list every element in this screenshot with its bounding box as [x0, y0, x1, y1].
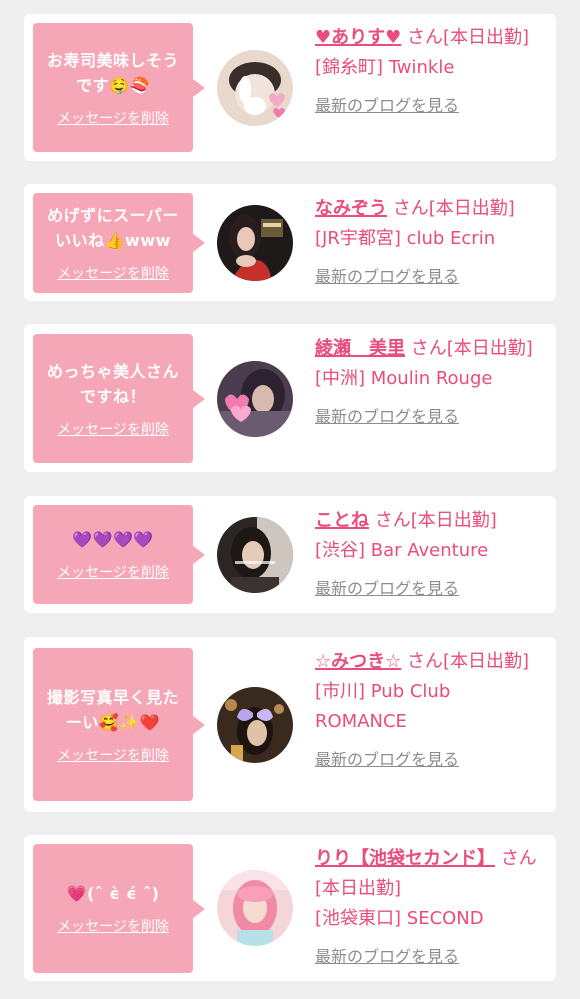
profile-photo-icon[interactable]	[217, 205, 293, 281]
message-text: お寿司美味しそう です🤤🍣	[46, 50, 179, 95]
delete-message-link[interactable]: メッセージを削除	[57, 745, 169, 765]
cast-status: さん[本日出勤]	[387, 198, 515, 219]
message-card: めっちゃ美人さん ですね！ メッセージを削除 綾瀬 美里 さん[本日出勤] [中…	[24, 324, 556, 472]
message-text: 💜💜💜💜	[72, 530, 154, 549]
message-info: ことね さん[本日出勤] [渋谷] Bar Aventure 最新のブログを見る	[315, 506, 547, 604]
selfie-photo-icon[interactable]	[217, 517, 293, 593]
message-bubble: 撮影写真早く見た ーい🥰✨❤️ メッセージを削除	[33, 648, 205, 801]
message-info: 綾瀬 美里 さん[本日出勤] [中洲] Moulin Rouge 最新のブログを…	[315, 334, 547, 432]
message-bubble: めげずにスーパー いいね👍www メッセージを削除	[33, 193, 205, 293]
message-info: なみぞう さん[本日出勤] [JR宇都宮] club Ecrin 最新のブログを…	[315, 194, 547, 292]
blog-link[interactable]: 最新のブログを見る	[315, 745, 459, 775]
cast-name-link[interactable]: ☆みつき☆	[315, 651, 401, 672]
blog-link[interactable]: 最新のブログを見る	[315, 262, 459, 292]
message-bubble: 💜💜💜💜 メッセージを削除	[33, 505, 205, 604]
cast-name-link[interactable]: なみぞう	[315, 198, 387, 219]
message-info: ☆みつき☆ さん[本日出勤] [市川] Pub Club ROMANCE 最新の…	[315, 647, 547, 775]
message-bubble: 💗(ˆ ϵ̀ ϵ́ ˆ) メッセージを削除	[33, 844, 205, 973]
blog-link[interactable]: 最新のブログを見る	[315, 402, 459, 432]
message-card: めげずにスーパー いいね👍www メッセージを削除 なみぞう さん[本日出勤] …	[24, 184, 556, 301]
cast-name-link[interactable]: ♥ありす♥	[315, 27, 401, 48]
butterfly-photo-icon[interactable]	[217, 687, 293, 763]
message-info: ♥ありす♥ さん[本日出勤] [錦糸町] Twinkle 最新のブログを見る	[315, 23, 547, 121]
delete-message-link[interactable]: メッセージを削除	[57, 108, 169, 128]
message-card: 撮影写真早く見た ーい🥰✨❤️ メッセージを削除 ☆みつき☆ さん[本日出勤] …	[24, 637, 556, 812]
message-text: 撮影写真早く見た ーい🥰✨❤️	[46, 687, 179, 732]
delete-message-link[interactable]: メッセージを削除	[57, 419, 169, 439]
message-card: 💗(ˆ ϵ̀ ϵ́ ˆ) メッセージを削除 りり【池袋セカンド】 さん[本日出勤…	[24, 835, 556, 981]
cast-name-link[interactable]: ことね	[315, 510, 369, 531]
delete-message-link[interactable]: メッセージを削除	[57, 562, 169, 582]
bunny-avatar-icon[interactable]	[217, 50, 293, 126]
message-text: 💗(ˆ ϵ̀ ϵ́ ˆ)	[66, 884, 160, 903]
cast-status: さん[本日出勤]	[369, 510, 497, 531]
message-card: 💜💜💜💜 メッセージを削除 ことね さん[本日出勤] [渋谷] Bar Aven…	[24, 496, 556, 613]
delete-message-link[interactable]: メッセージを削除	[57, 916, 169, 936]
shop-label: [市川] Pub Club ROMANCE	[315, 681, 451, 732]
shop-label: [渋谷] Bar Aventure	[315, 540, 489, 561]
message-text: めげずにスーパー いいね👍www	[47, 206, 179, 250]
pink-hair-photo-icon[interactable]	[217, 870, 293, 946]
cast-status: さん[本日出勤]	[405, 338, 533, 359]
cast-status: さん[本日出勤]	[401, 651, 530, 672]
shop-label: [JR宇都宮] club Ecrin	[315, 228, 496, 249]
shop-label: [池袋東口] SECOND	[315, 908, 484, 929]
message-card: お寿司美味しそう です🤤🍣 メッセージを削除 ♥ありす♥ さん[本日出勤] [錦…	[24, 14, 556, 161]
blog-link[interactable]: 最新のブログを見る	[315, 574, 459, 604]
cast-status: さん[本日出勤]	[401, 27, 530, 48]
shop-label: [中洲] Moulin Rouge	[315, 368, 493, 389]
shop-label: [錦糸町] Twinkle	[315, 57, 455, 78]
message-info: りり【池袋セカンド】 さん[本日出勤] [池袋東口] SECOND 最新のブログ…	[315, 844, 547, 972]
blog-link[interactable]: 最新のブログを見る	[315, 942, 459, 972]
cast-name-link[interactable]: 綾瀬 美里	[315, 338, 405, 359]
delete-message-link[interactable]: メッセージを削除	[57, 263, 169, 283]
message-bubble: めっちゃ美人さん ですね！ メッセージを削除	[33, 334, 205, 463]
hearts-photo-icon[interactable]	[217, 361, 293, 437]
blog-link[interactable]: 最新のブログを見る	[315, 91, 459, 121]
message-list: お寿司美味しそう です🤤🍣 メッセージを削除 ♥ありす♥ さん[本日出勤] [錦…	[0, 0, 580, 999]
message-text: めっちゃ美人さん ですね！	[46, 361, 179, 406]
message-bubble: お寿司美味しそう です🤤🍣 メッセージを削除	[33, 23, 205, 152]
cast-name-link[interactable]: りり【池袋セカンド】	[315, 848, 495, 869]
